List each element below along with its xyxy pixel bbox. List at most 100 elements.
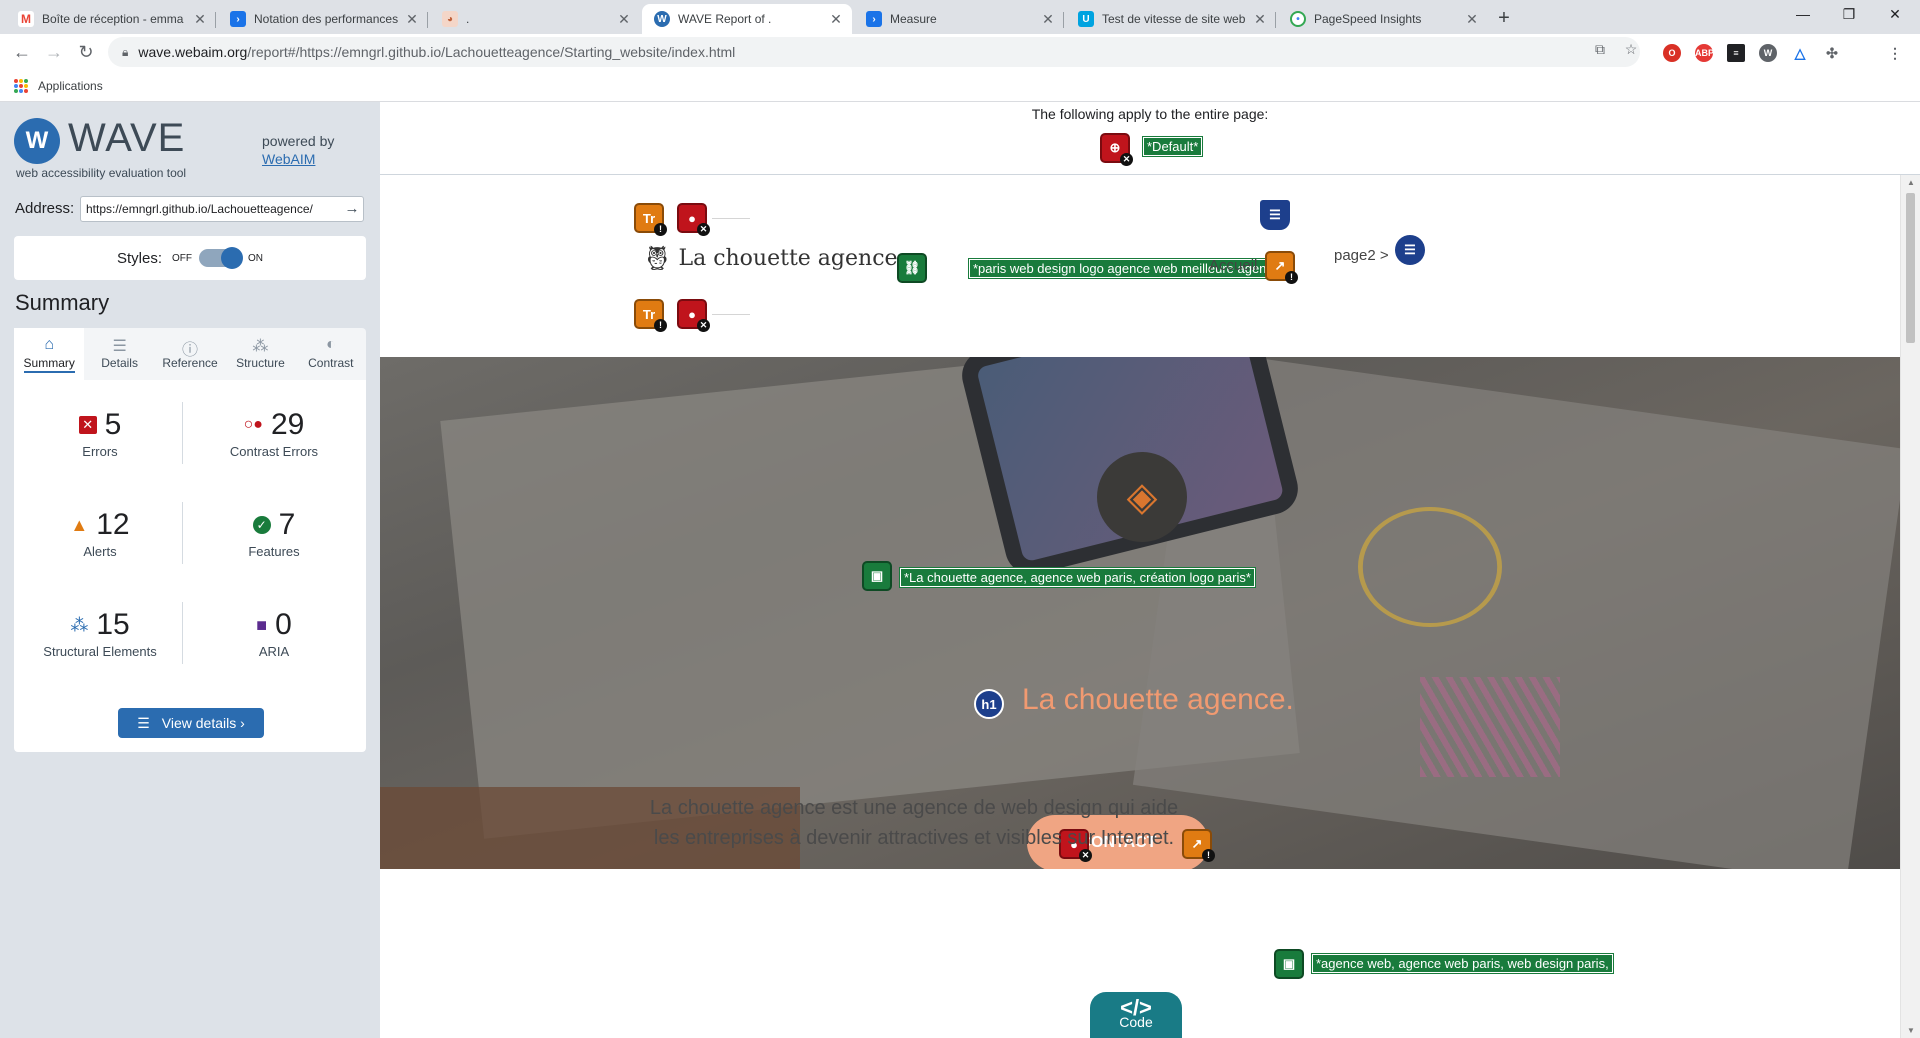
language-error-icon[interactable]: ⊕ ✕: [1100, 133, 1133, 166]
home-icon: ⌂: [44, 336, 55, 353]
address-input[interactable]: https://emngrl.github.io/Lachouetteagenc…: [80, 196, 364, 222]
page-scrollbar[interactable]: ▲ ▼: [1900, 175, 1920, 1038]
html5-structure-icon[interactable]: ☰: [1260, 200, 1290, 230]
terminal-icon: ›: [866, 11, 882, 27]
back-button[interactable]: ←: [8, 38, 36, 66]
bookmark-star-icon[interactable]: ☆: [1622, 40, 1640, 58]
browser-tab-strip: M Boîte de réception - emma ✕ › Notation…: [0, 0, 1920, 34]
forward-button[interactable]: →: [40, 38, 68, 66]
tab-separator: [1275, 12, 1276, 28]
tools-ext-icon[interactable]: ≡: [1727, 44, 1745, 62]
list-icon: ☰: [112, 338, 127, 355]
tab-summary[interactable]: ⌂ Summary: [14, 328, 85, 380]
arrow-right-icon[interactable]: →: [342, 198, 362, 220]
applies-text: The following apply to the entire page:: [1031, 106, 1269, 122]
owl-logo-icon: 🦉︎: [642, 244, 673, 272]
list-structure-icon[interactable]: ☰: [1395, 235, 1425, 265]
tab-contrast[interactable]: ◐ Contrast: [296, 328, 366, 380]
wave-wordmark: WAVE: [68, 116, 186, 160]
image-alt-icon[interactable]: ▣: [1274, 949, 1304, 979]
address-bar[interactable]: 🔒︎ wave.webaim.org/report#/https://emngr…: [108, 37, 1640, 67]
tab-measure[interactable]: › Measure ✕: [854, 4, 1064, 34]
new-tab-button[interactable]: +: [1490, 5, 1518, 33]
tab-pagespeed[interactable]: • PageSpeed Insights ✕: [1278, 4, 1488, 34]
nav-accueil[interactable]: Accueil: [1209, 257, 1257, 274]
tab-owl-site[interactable]: ◕ . ✕: [430, 4, 640, 34]
view-details-button[interactable]: ☰ View details ›: [118, 708, 264, 738]
opera-ext-icon[interactable]: O: [1663, 44, 1681, 62]
tab-gmail[interactable]: M Boîte de réception - emma ✕: [6, 4, 216, 34]
image-alt-icon[interactable]: ▣: [862, 561, 892, 591]
summary-heading: Summary: [15, 290, 110, 315]
tab-notation[interactable]: › Notation des performances ✕: [218, 4, 428, 34]
hero-doodle: [1358, 507, 1502, 627]
alert-badge-icon: !: [1285, 271, 1298, 284]
stat-alerts: ▲ 12 Alerts: [70, 508, 130, 559]
divider: [712, 314, 750, 315]
contrast-error-icon[interactable]: ● ✕: [677, 299, 710, 332]
lock-icon: 🔒︎: [122, 44, 129, 59]
contrast-error-icon: ○●: [243, 416, 263, 433]
close-window-button[interactable]: ✕: [1872, 0, 1918, 30]
site-brand[interactable]: 🦉︎ La chouette agence: [642, 244, 898, 272]
styles-toggle[interactable]: [199, 247, 243, 269]
text-alert-icon[interactable]: Tr!: [634, 203, 667, 236]
adblock-ext-icon[interactable]: ABP: [1695, 44, 1714, 62]
close-tab-icon[interactable]: ✕: [828, 11, 844, 28]
tab-wave-report[interactable]: W WAVE Report of . ✕: [642, 4, 852, 34]
divider: [182, 502, 183, 564]
linked-image-icon[interactable]: ⛓: [897, 253, 927, 283]
tab-uptrends[interactable]: U Test de vitesse de site web ✕: [1066, 4, 1276, 34]
restore-button[interactable]: ❐: [1826, 0, 1872, 30]
menu-kebab-icon[interactable]: ⋮: [1886, 44, 1904, 62]
contrast-error-icon[interactable]: ● ✕: [677, 203, 710, 236]
redundant-link-alert-icon[interactable]: ↗!: [1265, 251, 1298, 284]
contrast-icon: ◐: [325, 336, 336, 353]
close-tab-icon[interactable]: ✕: [1464, 11, 1480, 28]
pagespeed-icon: •: [1290, 11, 1306, 27]
reload-button[interactable]: ↻: [72, 38, 100, 66]
stat-aria: ■ 0 ARIA: [256, 608, 292, 659]
scroll-down-icon[interactable]: ▼: [1906, 1026, 1916, 1035]
styles-on-label: ON: [248, 252, 263, 264]
close-tab-icon[interactable]: ✕: [1040, 11, 1056, 28]
apps-bookmark[interactable]: Applications: [38, 79, 103, 93]
scroll-thumb[interactable]: [1906, 193, 1915, 343]
close-tab-icon[interactable]: ✕: [1252, 11, 1268, 28]
triangle-ext-icon[interactable]: △: [1791, 44, 1809, 62]
list-icon: ☰: [137, 714, 150, 731]
scroll-up-icon[interactable]: ▲: [1906, 178, 1916, 187]
intro-alt-label: *agence web, agence web paris, web desig…: [1311, 953, 1614, 974]
text-alert-icon[interactable]: Tr!: [634, 299, 667, 332]
tab-structure[interactable]: ⁂ Structure: [225, 328, 295, 380]
error-badge-icon: ✕: [1120, 153, 1133, 166]
apps-grid-icon[interactable]: [14, 78, 28, 93]
close-tab-icon[interactable]: ✕: [404, 11, 420, 28]
divider: [182, 602, 183, 664]
wave-panel-tabs: ⌂ Summary ☰ Details ⓘ Reference ⁂ Struct…: [14, 328, 366, 380]
code-icon: </>: [1120, 995, 1152, 1020]
alert-icon: ▲: [70, 514, 89, 535]
minimize-button[interactable]: —: [1780, 0, 1826, 30]
close-tab-icon[interactable]: ✕: [616, 11, 632, 28]
code-toggle-button[interactable]: </> Code: [1090, 992, 1182, 1038]
puzzle-icon[interactable]: ✣: [1823, 44, 1841, 62]
translate-icon[interactable]: ⧉: [1591, 40, 1609, 58]
webaim-link[interactable]: WebAIM: [262, 150, 334, 168]
browser-toolbar: ← → ↻ 🔒︎ wave.webaim.org/report#/https:/…: [0, 34, 1920, 70]
wave-ext-icon[interactable]: W: [1759, 44, 1777, 62]
divider: [182, 402, 183, 464]
info-icon: ⓘ: [182, 342, 199, 359]
intro-paragraph: La chouette agence est une agence de web…: [649, 797, 1179, 849]
page-level-report: The following apply to the entire page: …: [380, 102, 1920, 175]
default-lang-label: *Default*: [1141, 136, 1204, 157]
tab-reference[interactable]: ⓘ Reference: [155, 328, 225, 380]
styles-toggle-card: Styles: OFF ON: [14, 236, 366, 280]
wave-tagline: web accessibility evaluation tool: [16, 166, 187, 180]
h1-heading-icon[interactable]: h1: [974, 689, 1004, 719]
hero-alt-label: *La chouette agence, agence web paris, c…: [899, 567, 1256, 588]
error-badge-icon: ✕: [697, 223, 710, 236]
close-tab-icon[interactable]: ✕: [192, 11, 208, 28]
nav-page2[interactable]: page2 >: [1334, 247, 1389, 264]
tab-details[interactable]: ☰ Details: [84, 328, 154, 380]
